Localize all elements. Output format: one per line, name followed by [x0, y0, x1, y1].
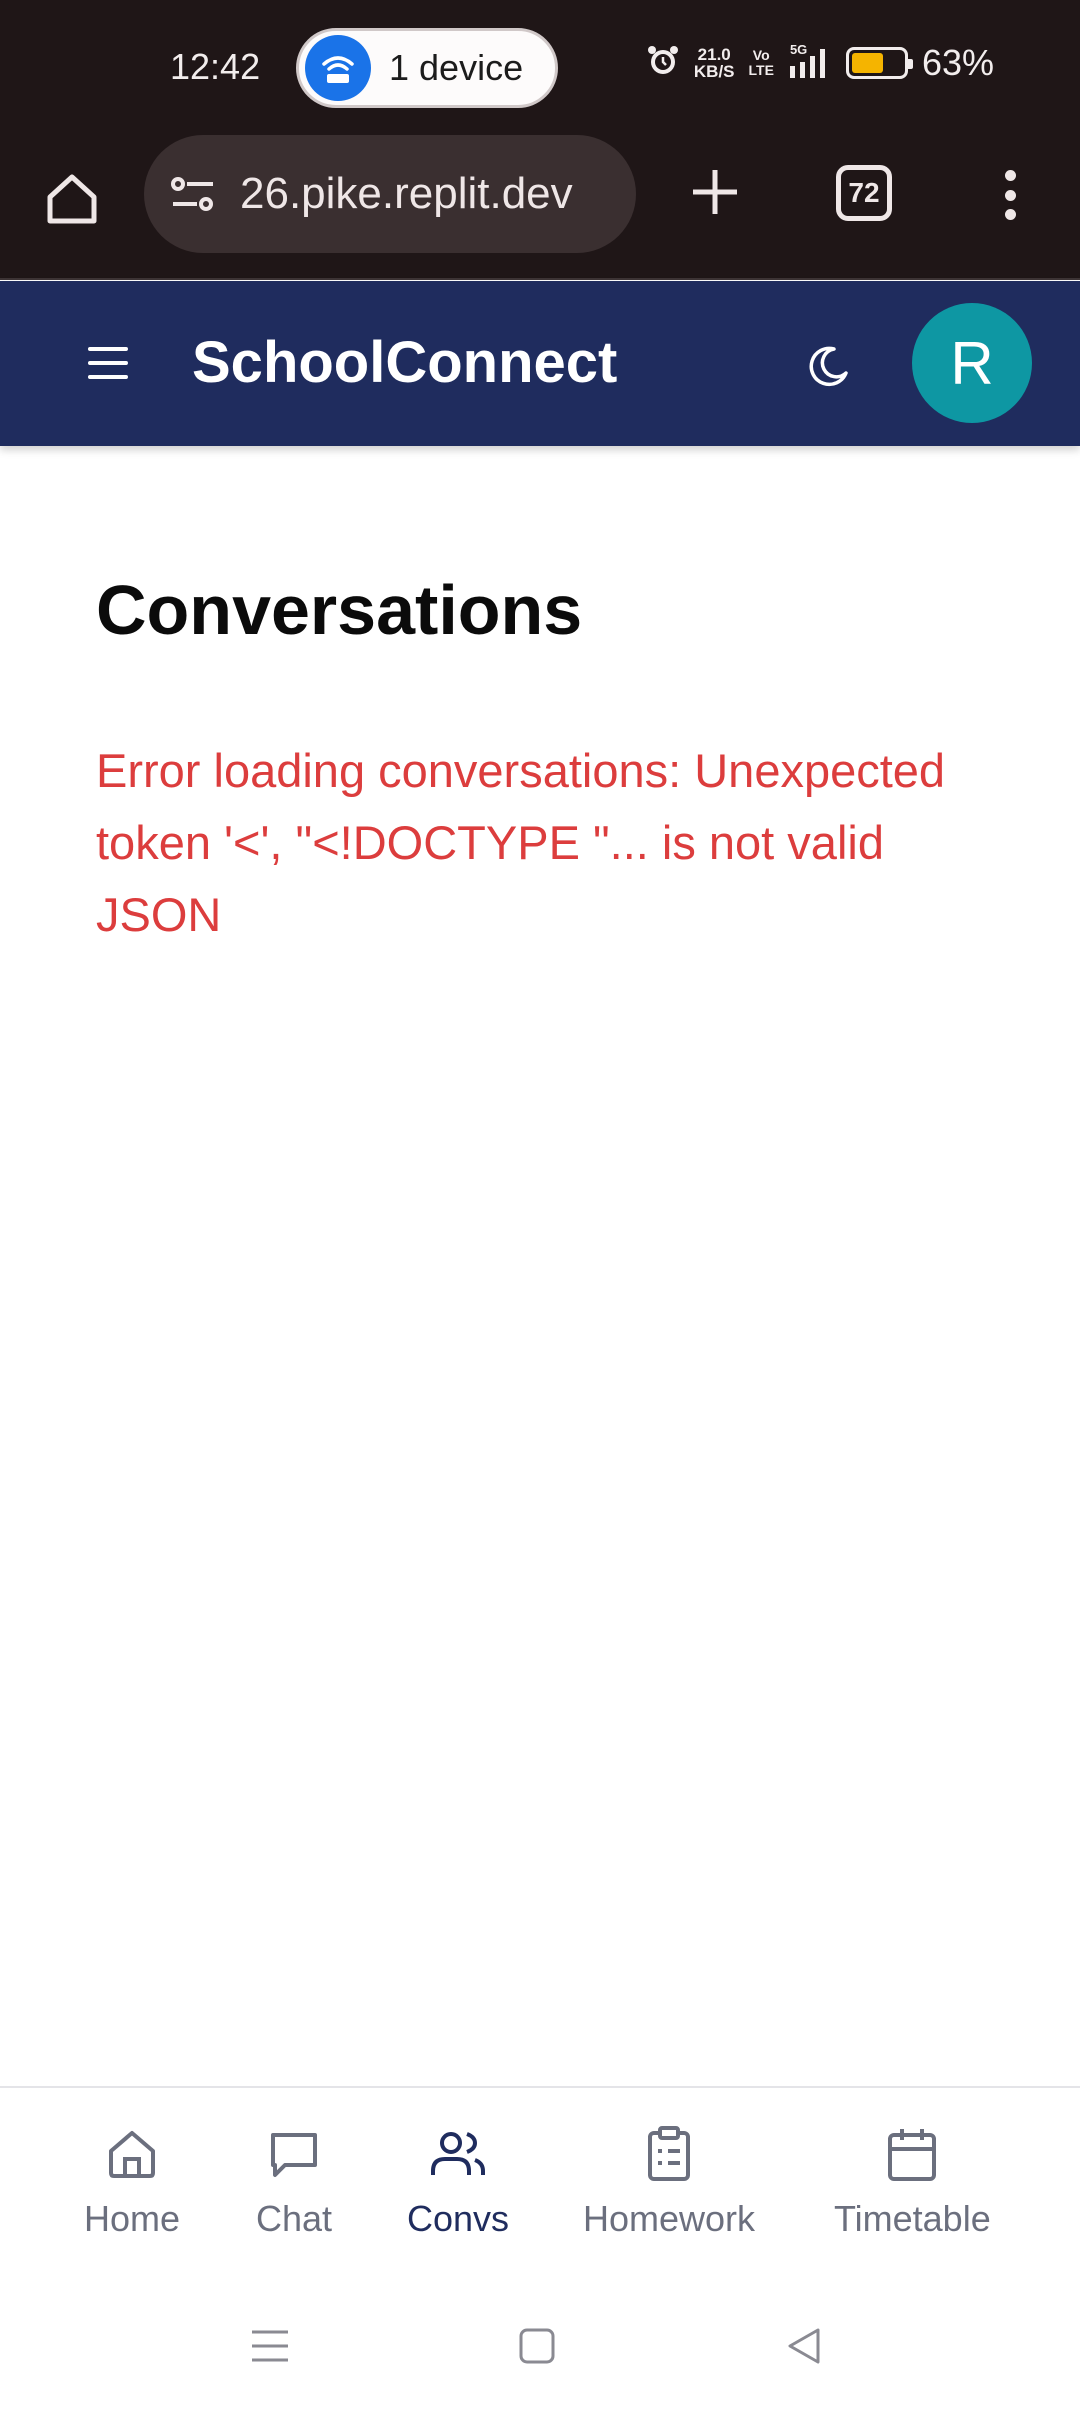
error-message: Error loading conversations: Unexpected …	[96, 744, 946, 941]
hotspot-icon	[305, 35, 371, 101]
battery-icon	[845, 47, 913, 79]
url-text: 26.pike.replit.dev	[240, 169, 573, 218]
alarm-icon	[646, 44, 680, 83]
site-settings-icon[interactable]	[166, 167, 220, 221]
network-speed: 21.0 KB/S	[693, 45, 735, 81]
nav-item-home[interactable]: Home	[84, 2124, 180, 2240]
back-button[interactable]	[774, 2316, 834, 2376]
users-icon	[428, 2124, 488, 2184]
plus-icon	[693, 170, 737, 214]
home-icon	[47, 174, 97, 224]
recents-button[interactable]	[240, 2316, 300, 2376]
nav-item-timetable[interactable]: Timetable	[834, 2124, 991, 2240]
menu-line	[88, 347, 128, 351]
home-button[interactable]	[507, 2316, 567, 2376]
more-dot	[1004, 189, 1016, 201]
browser-menu-button[interactable]	[985, 160, 1035, 230]
nav-item-convs[interactable]: Convs	[407, 2124, 509, 2240]
nav-item-homework[interactable]: Homework	[583, 2124, 755, 2240]
status-indicators: 21.0 KB/S Vo LTE 5G 63%	[646, 42, 994, 84]
theme-toggle-button[interactable]	[800, 339, 856, 395]
menu-line	[88, 361, 128, 365]
new-tab-button[interactable]	[680, 157, 750, 227]
status-time: 12:42	[170, 46, 261, 87]
menu-button[interactable]	[88, 343, 128, 383]
status-bar: 12:42 1 device 21.0 KB/S Vo LTE 5G 63%	[0, 0, 1080, 135]
pill-label: 1 device	[389, 47, 524, 88]
battery-percent: 63%	[921, 42, 994, 83]
user-avatar[interactable]: R	[912, 303, 1032, 423]
more-dot	[1004, 209, 1016, 220]
browser-toolbar: 26.pike.replit.dev 72	[0, 135, 1080, 280]
menu-line	[88, 375, 128, 379]
address-bar[interactable]: 26.pike.replit.dev	[144, 135, 636, 253]
chat-icon	[264, 2124, 324, 2184]
volte-indicator: Vo LTE	[748, 47, 774, 78]
nav-item-chat[interactable]: Chat	[256, 2124, 332, 2240]
recents-icon	[252, 2330, 288, 2362]
square-icon	[519, 2328, 555, 2364]
connected-devices-pill[interactable]: 1 device	[296, 28, 558, 108]
calendar-icon	[882, 2124, 942, 2184]
clipboard-icon	[639, 2124, 699, 2184]
app-header: SchoolConnect R	[0, 281, 1080, 446]
moon-icon	[809, 346, 848, 387]
more-dot	[1004, 170, 1016, 181]
home-icon	[102, 2124, 162, 2184]
page-title: Conversations	[96, 571, 583, 649]
app-title: SchoolConnect	[192, 330, 618, 395]
battery-fill	[851, 53, 884, 73]
browser-home-button[interactable]	[40, 167, 104, 231]
signal-icon: 5G	[788, 42, 832, 80]
tab-switcher-button[interactable]: 72	[836, 165, 892, 221]
back-triangle-icon	[788, 2328, 820, 2364]
system-navigation	[0, 2276, 1080, 2412]
bottom-navigation: Home Chat Convs Homework Timetable	[0, 2086, 1080, 2276]
